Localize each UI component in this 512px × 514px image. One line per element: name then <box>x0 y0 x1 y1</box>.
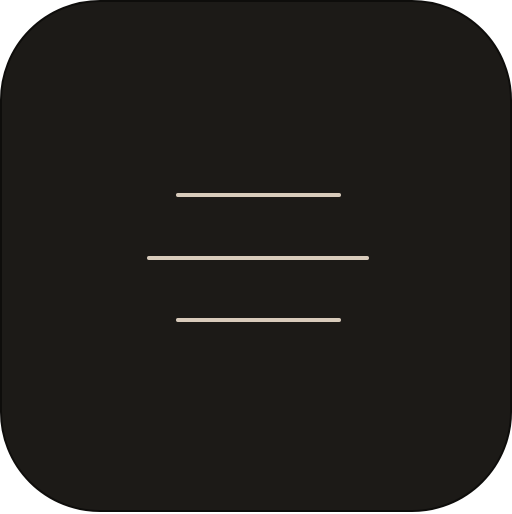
menu-app-icon[interactable] <box>0 0 512 512</box>
menu-icon <box>147 193 369 322</box>
